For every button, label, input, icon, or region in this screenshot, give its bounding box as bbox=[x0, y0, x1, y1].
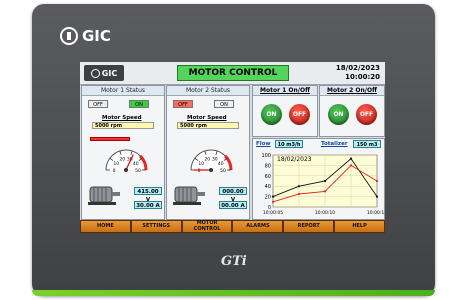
motor1-panel: Motor 1 Status OFF ON Motor Speed 5000 r… bbox=[81, 85, 165, 220]
brand-name: GIC bbox=[82, 27, 111, 45]
series-point-2 bbox=[349, 164, 353, 167]
gauge-tick-label: 50 bbox=[135, 168, 141, 172]
motor2-switch-header: Motor 2 On/Off bbox=[320, 86, 384, 96]
datetime: 18/02/2023 10:00:20 bbox=[336, 64, 380, 82]
x-tick-label: 10:00:05 bbox=[263, 210, 283, 216]
flow-chart-panel: Flow 10 m3/h Totalizer 150 m3 18/02/2023… bbox=[252, 138, 385, 220]
motor2-off-button[interactable]: OFF bbox=[173, 100, 193, 108]
motor1-speed-value: 5000 rpm bbox=[92, 122, 154, 129]
motor2-off-switch[interactable]: OFF bbox=[356, 104, 377, 125]
motor2-switch-panel: Motor 2 On/Off ON OFF bbox=[319, 85, 385, 137]
series-point-2 bbox=[375, 179, 379, 183]
nav-button-report[interactable]: REPORT bbox=[283, 220, 335, 233]
brand-logo-icon bbox=[60, 27, 78, 45]
series-point-2 bbox=[271, 200, 275, 203]
nav-button-settings[interactable]: SETTINGS bbox=[130, 220, 182, 233]
motor1-header: Motor 1 Status bbox=[82, 86, 164, 96]
nav-button-home[interactable]: HOME bbox=[80, 220, 131, 233]
series-point-1 bbox=[323, 179, 327, 183]
gauge-tick-label: 10 bbox=[113, 161, 119, 167]
motor2-panel: Motor 2 Status OFF ON Motor Speed 5000 r… bbox=[166, 85, 250, 220]
motor2-gauge: 01020304050 bbox=[190, 149, 233, 172]
page-title: MOTOR CONTROL bbox=[177, 65, 289, 81]
hmi-screen: GIC MOTOR CONTROL 18/02/2023 10:00:20 Mo… bbox=[80, 62, 385, 233]
motor1-on-switch[interactable]: ON bbox=[261, 104, 282, 125]
gauge-hub bbox=[124, 168, 128, 172]
device-brand: GIC bbox=[60, 27, 111, 45]
motor1-off-switch[interactable]: OFF bbox=[289, 104, 310, 125]
motor2-motor-icon bbox=[173, 186, 205, 205]
totalizer-label: Totalizer bbox=[321, 141, 348, 147]
gauge-tick-label: 10 bbox=[198, 161, 204, 167]
gauge-tick-label: 40 bbox=[218, 161, 224, 167]
x-tick-label: 10:00:10 bbox=[315, 210, 335, 216]
series-point-2 bbox=[297, 192, 301, 196]
nav-button-alarms[interactable]: ALARMS bbox=[232, 220, 284, 233]
motor2-voltage: 000.00 V bbox=[219, 187, 247, 203]
motor2-speed-value: 5000 rpm bbox=[177, 122, 239, 129]
y-tick-label: 80 bbox=[265, 163, 271, 169]
motor1-current: 30.00 A bbox=[134, 201, 162, 209]
series-point-1 bbox=[375, 195, 379, 198]
flow-value: 10 m3/h bbox=[275, 140, 303, 148]
bottom-nav: HOME SETTINGS MOTOR CONTROL ALARMS REPORT HEL… bbox=[80, 220, 385, 233]
x-tick-label: 10:00:15 bbox=[367, 210, 384, 216]
series-point-2 bbox=[323, 190, 327, 193]
gauge-tick-label: 30 bbox=[212, 157, 218, 163]
motor1-gauge: 01020 304050 bbox=[105, 149, 148, 172]
nav-button-motor-control[interactable]: MOTOR CONTROL bbox=[181, 220, 233, 233]
motor1-off-button[interactable]: OFF bbox=[88, 100, 108, 108]
motor1-voltage: 415.00 V bbox=[134, 187, 162, 203]
motor1-switch-header: Motor 1 On/Off bbox=[253, 86, 317, 96]
motor2-header: Motor 2 Status bbox=[167, 86, 249, 96]
motor1-on-button[interactable]: ON bbox=[129, 100, 149, 108]
motor2-on-switch[interactable]: ON bbox=[328, 104, 349, 125]
series-point-1 bbox=[297, 185, 301, 188]
motor2-on-button[interactable]: ON bbox=[214, 100, 234, 108]
gauge-tick-label: 20 bbox=[119, 157, 125, 163]
date-text: 18/02/2023 bbox=[335, 64, 380, 72]
chart-title: 18/02/2023 bbox=[277, 156, 312, 163]
y-tick-label: 60 bbox=[265, 174, 271, 180]
series-point-1 bbox=[349, 157, 353, 160]
motor1-speed-label: Motor Speed bbox=[102, 115, 142, 121]
y-tick-label: 40 bbox=[265, 184, 271, 190]
flow-label: Flow bbox=[256, 141, 271, 147]
motor1-speed-bar bbox=[90, 137, 130, 141]
gauge-tick-label: 20 bbox=[204, 157, 210, 163]
motor2-current: 00.00 A bbox=[219, 201, 247, 209]
motor1-switch-panel: Motor 1 On/Off ON OFF bbox=[252, 85, 318, 137]
gauge-hub bbox=[209, 168, 213, 172]
trend-chart: 18/02/202310080604020010:00:05 10:00:10 10… bbox=[261, 153, 384, 216]
gauge-tick-label: 0 bbox=[113, 168, 116, 172]
totalizer-value: 150 m3 bbox=[353, 140, 381, 148]
series-point-1 bbox=[271, 195, 275, 198]
gauge-tick-label: 40 bbox=[133, 161, 139, 167]
gauge-tick-label: 50 bbox=[220, 168, 226, 172]
gic-logo-icon bbox=[90, 68, 100, 78]
y-tick-label: 100 bbox=[261, 153, 271, 159]
device-model: GTi bbox=[221, 254, 247, 269]
motor1-motor-icon bbox=[88, 186, 120, 205]
logo-text: GIC bbox=[101, 68, 118, 78]
y-tick-label: 20 bbox=[265, 195, 271, 201]
motor2-speed-label: Motor Speed bbox=[187, 115, 227, 121]
screen-logo: GIC bbox=[84, 65, 124, 81]
nav-button-help[interactable]: HELP bbox=[334, 220, 385, 233]
top-bar: GIC MOTOR CONTROL 18/02/2023 10:00:20 bbox=[80, 62, 385, 85]
time-text: 10:00:20 bbox=[345, 73, 380, 81]
